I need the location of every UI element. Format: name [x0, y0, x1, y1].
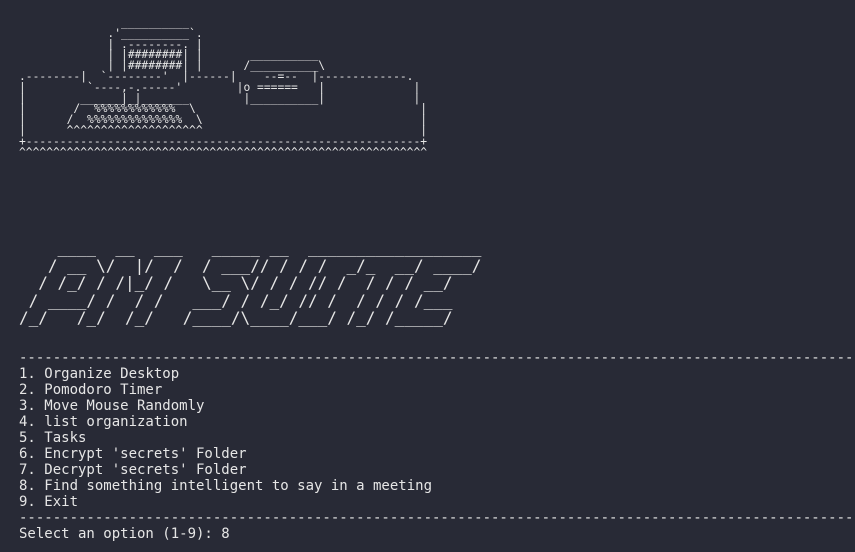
prompt-input[interactable]: 8 — [221, 526, 229, 542]
menu-item-tasks: 5. Tasks — [19, 430, 87, 446]
menu-divider-bottom: ----------------------------------------… — [19, 510, 855, 526]
menu-item-meeting-phrase: 8. Find something intelligent to say in … — [19, 478, 433, 494]
menu-item-pomodoro-timer: 2. Pomodoro Timer — [19, 382, 163, 398]
menu-item-move-mouse: 3. Move Mouse Randomly — [19, 398, 205, 414]
menu-item-list-organization: 4. list organization — [19, 414, 188, 430]
input-prompt-line: Select an option (1-9): 8 — [19, 526, 230, 542]
title-ascii-banner: ____ __ ___ _____ __ __________________ … — [19, 238, 482, 327]
terminal-window[interactable]: __________ .'__________`. | .--------. |… — [0, 0, 855, 552]
menu-item-exit: 9. Exit — [19, 494, 79, 510]
prompt-label: Select an option (1-9): — [19, 526, 222, 542]
menu-item-decrypt-secrets: 7. Decrypt 'secrets' Folder — [19, 462, 247, 478]
menu-item-encrypt-secrets: 6. Encrypt 'secrets' Folder — [19, 446, 247, 462]
menu-item-organize-desktop: 1. Organize Desktop — [19, 366, 180, 382]
menu-divider-top: ----------------------------------------… — [19, 350, 855, 366]
main-menu: 1. Organize Desktop 2. Pomodoro Timer 3.… — [19, 366, 432, 510]
computer-ascii-art: __________ .'__________`. | .--------. |… — [19, 16, 428, 159]
